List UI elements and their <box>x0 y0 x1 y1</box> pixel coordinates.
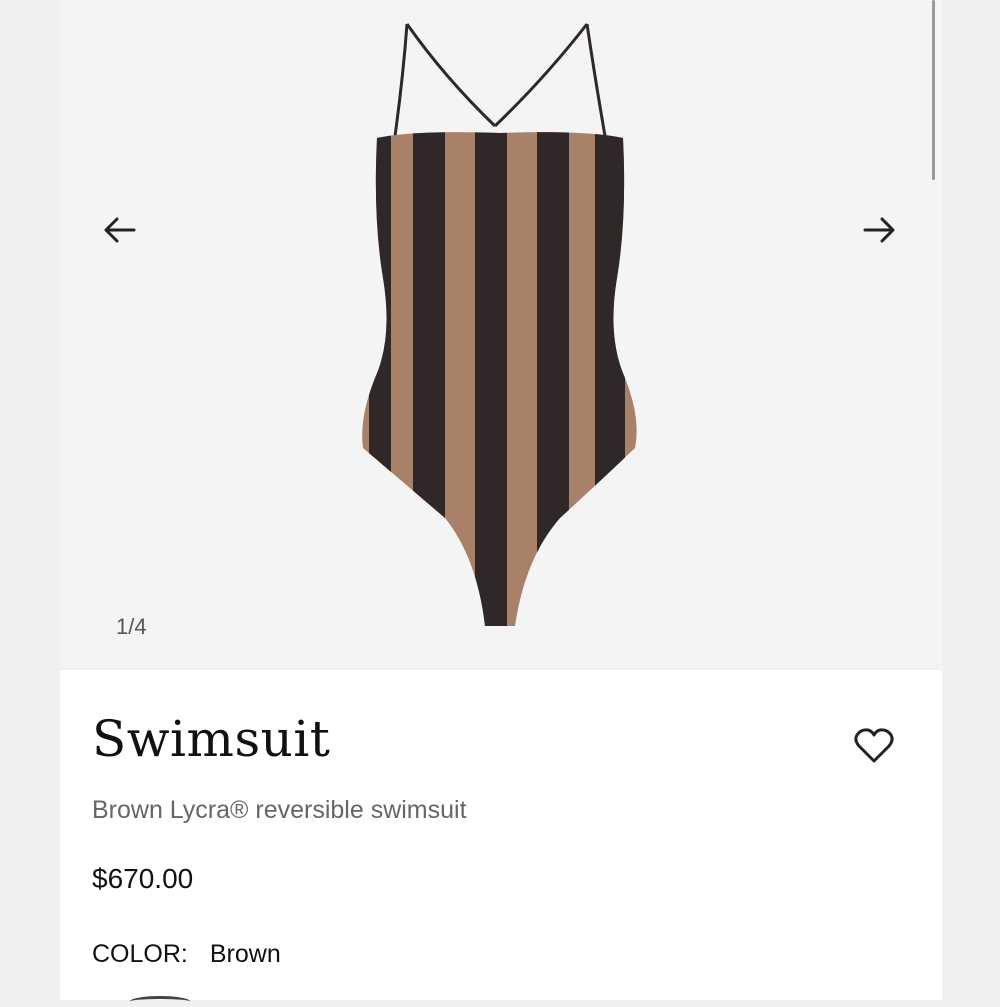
arrow-right-icon <box>863 217 895 243</box>
heart-icon <box>854 728 894 763</box>
next-image-button[interactable] <box>858 208 902 252</box>
arrow-left-icon <box>104 217 136 243</box>
product-description: Brown Lycra® reversible swimsuit <box>92 796 467 824</box>
product-info-card: Swimsuit Brown Lycra® reversible swimsui… <box>60 670 942 1000</box>
previous-image-button[interactable] <box>97 208 141 252</box>
wishlist-button[interactable] <box>850 722 898 770</box>
product-image[interactable] <box>355 18 645 630</box>
scrollbar[interactable] <box>932 0 935 180</box>
color-value: Brown <box>209 940 281 968</box>
product-title: Swimsuit <box>92 710 331 768</box>
color-label: COLOR: <box>92 940 188 968</box>
product-price: $670.00 <box>92 863 194 894</box>
color-selector: COLOR: Brown <box>92 940 281 969</box>
color-swatch[interactable] <box>130 996 190 1007</box>
image-counter: 1/4 <box>116 614 147 639</box>
